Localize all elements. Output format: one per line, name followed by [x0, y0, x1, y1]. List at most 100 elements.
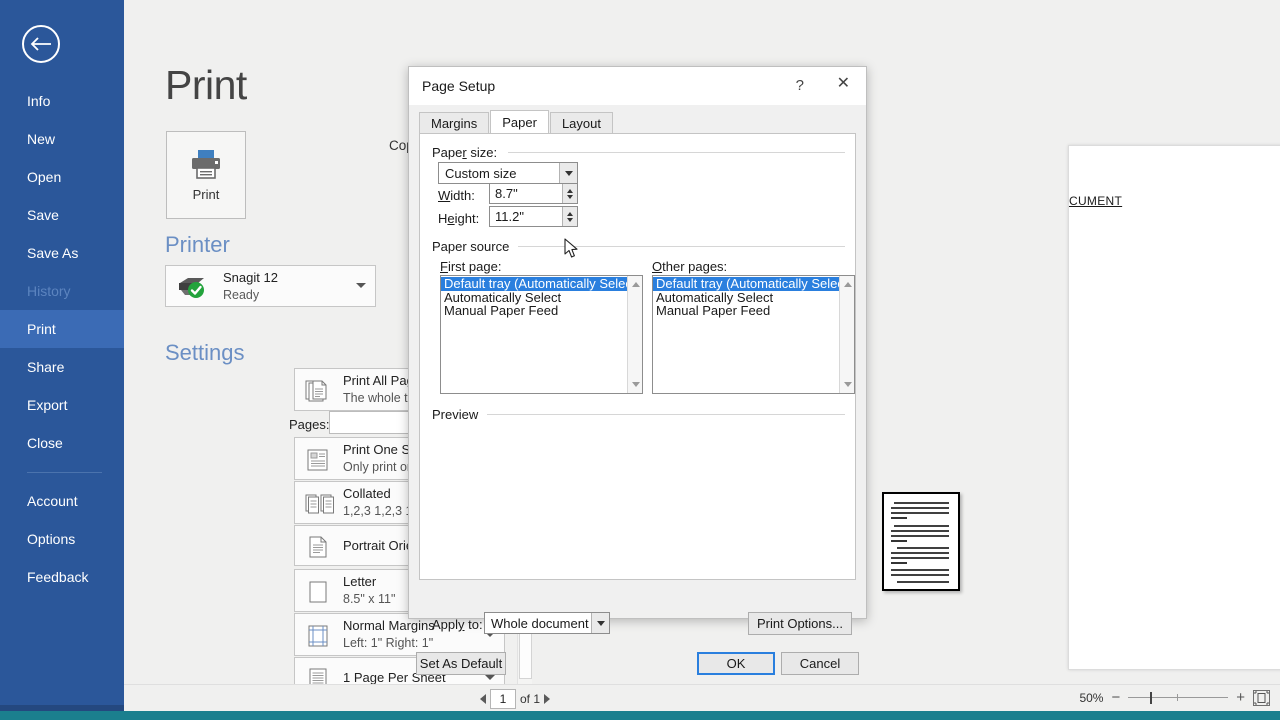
paper-size-group-rule	[508, 152, 845, 153]
sidebar-item-new[interactable]: New	[0, 120, 124, 158]
dialog-help-button[interactable]: ?	[796, 77, 804, 94]
print-settings-pane: Print Print Copies: Printer i	[124, 0, 533, 720]
printer-selector[interactable]: Snagit 12 Ready	[165, 265, 376, 307]
list-item[interactable]: Automatically Select	[653, 290, 854, 305]
sidebar-item-save[interactable]: Save	[0, 196, 124, 234]
sidebar-item-save-as[interactable]: Save As	[0, 234, 124, 272]
apply-to-value: Whole document	[491, 615, 589, 631]
zoom-slider-midpoint	[1177, 694, 1179, 701]
width-spin-arrows[interactable]	[562, 184, 577, 203]
scroll-up-icon[interactable]	[628, 277, 642, 292]
bottom-accent-strip	[0, 711, 1280, 720]
chevron-down-icon[interactable]	[591, 613, 609, 633]
back-button[interactable]	[22, 25, 60, 63]
printer-status: Ready	[223, 288, 260, 302]
sidebar-divider	[27, 472, 102, 473]
sidebar-item-feedback[interactable]: Feedback	[0, 558, 124, 596]
sidebar-item-options[interactable]: Options	[0, 520, 124, 558]
height-increment-icon[interactable]	[567, 211, 573, 216]
sidebar-item-label: Options	[27, 531, 76, 547]
sidebar-item-export[interactable]: Export	[0, 386, 124, 424]
status-bar: of 1 50% − +	[124, 684, 1280, 711]
height-input[interactable]	[490, 207, 562, 226]
chevron-down-icon[interactable]	[485, 675, 495, 680]
previous-page-icon[interactable]	[480, 694, 486, 704]
chevron-down-icon[interactable]	[559, 163, 577, 183]
settings-section-heading: Settings	[165, 340, 245, 365]
print-options-label: Print Options...	[757, 616, 843, 631]
sidebar-item-open[interactable]: Open	[0, 158, 124, 196]
page-count-label: of 1	[520, 692, 541, 706]
scroll-down-icon[interactable]	[628, 377, 642, 392]
sidebar-item-close[interactable]: Close	[0, 424, 124, 462]
set-as-default-label: Set As Default	[419, 656, 503, 671]
sidebar-item-account[interactable]: Account	[0, 482, 124, 520]
sidebar-nav: Info New Open Save Save As History Print…	[0, 82, 124, 596]
app-root: Info New Open Save Save As History Print…	[0, 0, 1280, 720]
list-item[interactable]: Automatically Select	[441, 290, 642, 305]
zoom-percent-label[interactable]: 50%	[1079, 691, 1103, 705]
first-page-scrollbar[interactable]	[627, 276, 642, 393]
print-button[interactable]: Print	[166, 131, 246, 219]
sidebar-item-info[interactable]: Info	[0, 82, 124, 120]
sidebar-item-label: History	[27, 283, 71, 299]
cancel-button[interactable]: Cancel	[781, 652, 859, 675]
first-page-label: First page:	[440, 259, 502, 274]
sidebar-item-label: New	[27, 131, 56, 147]
paper-size-combo[interactable]: Custom size	[438, 162, 578, 184]
first-page-listbox[interactable]: Default tray (Automatically Select) Auto…	[440, 275, 643, 394]
other-pages-scrollbar[interactable]	[839, 276, 854, 393]
ok-button[interactable]: OK	[697, 652, 775, 675]
tab-layout[interactable]: Layout	[549, 112, 613, 133]
width-increment-icon[interactable]	[567, 188, 573, 193]
tab-label: Margins	[431, 115, 478, 131]
tab-paper[interactable]: Paper	[490, 110, 549, 133]
other-pages-listbox[interactable]: Default tray (Automatically Select) Auto…	[652, 275, 855, 394]
height-decrement-icon[interactable]	[567, 217, 573, 222]
printer-icon	[192, 149, 220, 179]
zoom-slider[interactable]	[1128, 692, 1229, 704]
apply-to-combo[interactable]: Whole document	[484, 612, 610, 634]
tab-margins[interactable]: Margins	[419, 112, 490, 133]
list-item[interactable]: Manual Paper Feed	[441, 304, 642, 318]
tab-label: Layout	[561, 115, 601, 131]
next-page-icon[interactable]	[544, 694, 551, 704]
zoom-slider-handle[interactable]	[1150, 692, 1153, 704]
zoom-to-page-icon[interactable]	[1253, 690, 1270, 706]
chevron-down-icon[interactable]	[356, 283, 366, 288]
tab-label: Paper	[502, 114, 537, 130]
print-options-button[interactable]: Print Options...	[748, 612, 852, 635]
one-sided-icon	[307, 449, 328, 471]
width-decrement-icon[interactable]	[567, 194, 573, 199]
sidebar-item-share[interactable]: Share	[0, 348, 124, 386]
margins-icon	[308, 625, 328, 647]
height-stepper[interactable]	[489, 206, 578, 227]
document-page-preview: CUMENT	[1068, 145, 1280, 670]
scroll-up-icon[interactable]	[840, 277, 854, 292]
setting-secondary: Left: 1" Right: 1"	[343, 636, 434, 650]
width-stepper[interactable]	[489, 183, 578, 204]
printer-section-heading: Printer	[165, 232, 230, 257]
width-input[interactable]	[490, 184, 562, 203]
set-as-default-button[interactable]: Set As Default	[416, 652, 506, 675]
preview-lines-glyph	[891, 502, 949, 583]
page-navigator: of 1	[480, 689, 551, 709]
printer-name: Snagit 12	[223, 270, 278, 285]
height-spin-arrows[interactable]	[562, 207, 577, 226]
list-item[interactable]: Manual Paper Feed	[653, 304, 854, 318]
current-page-input[interactable]	[490, 689, 516, 709]
list-item[interactable]: Default tray (Automatically Select)	[653, 277, 854, 291]
scroll-down-icon[interactable]	[840, 377, 854, 392]
width-label: Width:	[438, 188, 475, 203]
sidebar-item-print[interactable]: Print	[0, 310, 124, 348]
dialog-title-bar: Page Setup ? ✕	[409, 67, 866, 105]
dialog-close-button[interactable]: ✕	[837, 76, 850, 92]
dialog-tabs: Margins Paper Layout	[419, 110, 614, 133]
zoom-out-button[interactable]: −	[1111, 690, 1120, 705]
preview-group-label: Preview	[432, 407, 485, 422]
zoom-in-button[interactable]: +	[1236, 690, 1245, 705]
setting-primary: Collated	[343, 486, 391, 501]
sidebar-item-label: Close	[27, 435, 63, 451]
list-item[interactable]: Default tray (Automatically Select)	[441, 277, 642, 291]
collate-icon	[305, 494, 334, 514]
